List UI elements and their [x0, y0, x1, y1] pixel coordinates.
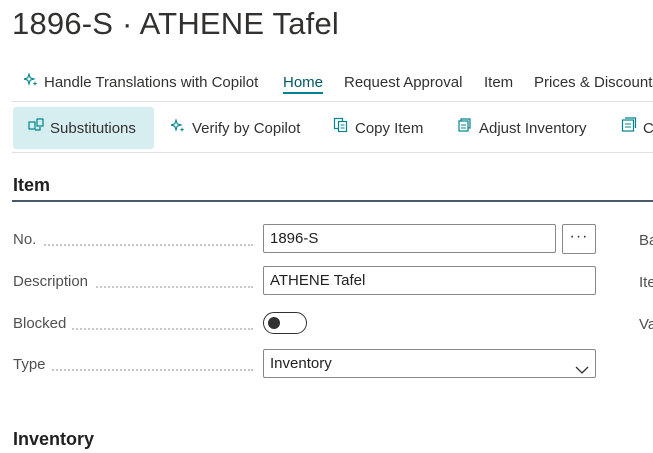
- action-bar: Handle Translations with Copilot Home Re…: [0, 66, 653, 102]
- action-label: Handle Translations with Copilot: [44, 74, 259, 91]
- promoted-divider: [12, 152, 653, 153]
- right-field-label-2: Ite: [639, 274, 653, 291]
- copilot-sparkle-icon: [22, 66, 40, 100]
- substitutions-icon: [27, 107, 45, 149]
- type-select[interactable]: Inventory: [263, 349, 596, 378]
- no-assist-button[interactable]: ···: [562, 224, 596, 254]
- copy-icon: [332, 107, 350, 149]
- action-bar-divider: [12, 101, 653, 102]
- adjust-inventory-label: Adjust Inventory: [479, 120, 587, 137]
- right-field-label-3: Va: [639, 316, 653, 333]
- description-label: Description: [13, 273, 253, 293]
- adjust-inventory-button[interactable]: Adjust Inventory: [456, 107, 587, 149]
- promoted-actions: Substitutions Verify by Copilot Copy Ite…: [0, 107, 653, 149]
- chevron-down-icon: [575, 357, 589, 374]
- blocked-toggle[interactable]: [263, 312, 307, 334]
- inventory-section-title[interactable]: Inventory: [13, 429, 94, 450]
- item-section-underline: [12, 200, 653, 202]
- no-field[interactable]: 1896-S: [263, 224, 556, 253]
- substitutions-label: Substitutions: [50, 120, 136, 137]
- card-button[interactable]: C: [620, 107, 653, 149]
- no-label: No.: [13, 231, 253, 251]
- tab-prices-discounts[interactable]: Prices & Discounts: [534, 66, 653, 100]
- card-label: C: [643, 120, 653, 137]
- adjust-inventory-icon: [456, 107, 474, 149]
- tab-item[interactable]: Item: [484, 66, 513, 100]
- verify-by-copilot-label: Verify by Copilot: [192, 120, 301, 137]
- tab-home[interactable]: Home: [283, 66, 324, 100]
- verify-by-copilot-button[interactable]: Verify by Copilot: [169, 107, 300, 149]
- type-label: Type: [13, 356, 253, 376]
- page-title: 1896-S · ATHENE Tafel: [12, 6, 339, 41]
- substitutions-button[interactable]: Substitutions: [13, 107, 154, 149]
- right-field-label-1: Ba: [639, 232, 653, 249]
- description-field[interactable]: ATHENE Tafel: [263, 266, 596, 295]
- copy-item-label: Copy Item: [355, 120, 424, 137]
- blocked-label: Blocked: [13, 315, 253, 335]
- card-icon: [620, 107, 638, 149]
- item-section-title[interactable]: Item: [13, 175, 50, 196]
- copilot-sparkle-icon: [169, 107, 187, 149]
- type-select-value: Inventory: [270, 355, 332, 372]
- handle-translations-copilot-action[interactable]: Handle Translations with Copilot: [22, 66, 259, 100]
- copy-item-button[interactable]: Copy Item: [332, 107, 423, 149]
- toggle-knob: [268, 317, 280, 329]
- tab-request-approval[interactable]: Request Approval: [344, 66, 462, 100]
